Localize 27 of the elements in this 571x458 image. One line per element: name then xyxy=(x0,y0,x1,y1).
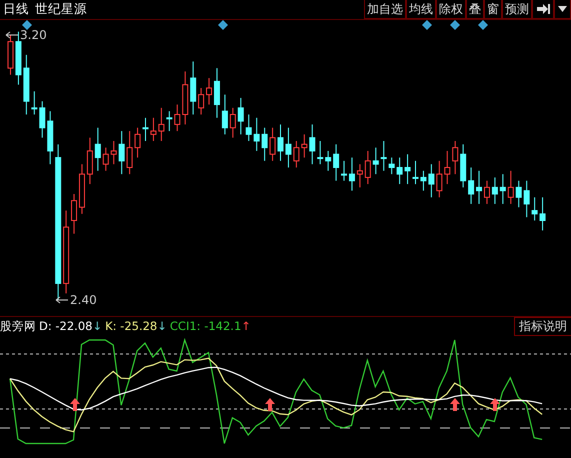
buy-signal-icon xyxy=(265,398,275,411)
event-marker-icon[interactable] xyxy=(218,20,228,30)
high-price-label: 3.20 xyxy=(6,28,47,42)
toolbar-button[interactable]: 叠 xyxy=(466,0,484,19)
indicator-name: 股旁网 xyxy=(0,318,36,335)
buy-signal-icon xyxy=(70,398,80,411)
toolbar-button[interactable]: 除权 xyxy=(436,0,466,19)
indicator-value: CCI1: -142.1 xyxy=(170,318,242,335)
toolbar-button[interactable]: 预测 xyxy=(502,0,532,19)
indicator-value: K: -25.28 xyxy=(105,318,158,335)
indicator-help-button[interactable]: 指标说明 xyxy=(514,317,571,336)
buy-signal-icon xyxy=(450,398,460,411)
event-marker-icon[interactable] xyxy=(478,20,488,30)
stock-name: 世纪星源 xyxy=(35,0,87,18)
trend-arrow: ↓ xyxy=(157,318,167,335)
toolbar-button[interactable]: 窗 xyxy=(484,0,502,19)
collapse-panel-icon[interactable] xyxy=(532,0,554,19)
period-label: 日线 xyxy=(3,0,29,18)
indicator-value: D: -22.08 xyxy=(39,318,92,335)
event-marker-icon[interactable] xyxy=(22,20,32,30)
toolbar-button[interactable]: 加自选 xyxy=(364,0,406,19)
buy-signal-icon xyxy=(490,398,500,411)
trend-arrow: ↓ xyxy=(92,318,102,335)
dropdown-caret-icon[interactable] xyxy=(554,0,571,19)
low-price-label: 2.40 xyxy=(56,293,97,307)
trend-arrow: ↑ xyxy=(241,318,251,335)
toolbar-button[interactable]: 均线 xyxy=(406,0,436,19)
